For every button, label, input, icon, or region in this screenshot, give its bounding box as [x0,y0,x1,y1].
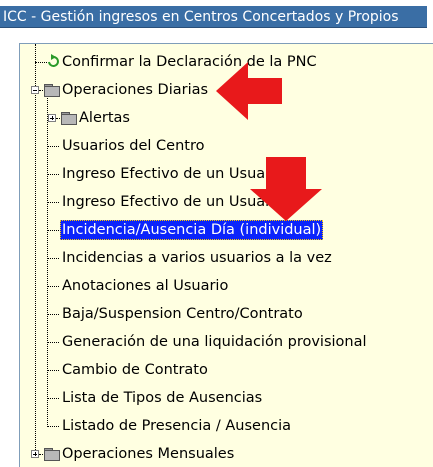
title-box: ICC - Gestión ingresos en Centros Concer… [0,6,427,28]
tree-line [47,230,59,231]
tree-item-operaciones-mensuales[interactable]: Operaciones Mensuales [62,444,234,464]
tree-line [56,118,60,119]
folder-icon [44,448,60,461]
tree-line [47,286,59,287]
tree-line [47,314,59,315]
red-arrow-icon [250,157,322,221]
tree-line [39,454,43,455]
red-arrow-icon [216,62,282,120]
window-title: ICC - Gestión ingresos en Centros Concer… [3,9,399,25]
tree-item-cambio-contrato[interactable]: Cambio de Contrato [62,360,208,380]
folder-icon [44,84,60,97]
tree-item-liquidacion-provisional[interactable]: Generación de una liquidación provisiona… [62,332,367,352]
expand-toggle-alertas[interactable] [48,114,56,122]
tree-item-lista-tipos-ausencias[interactable]: Lista de Tipos de Ausencias [62,388,262,408]
refresh-arrow-icon [48,54,59,67]
tree-line [47,202,59,203]
tree-item-usuarios-centro[interactable]: Usuarios del Centro [62,136,204,156]
tree-item-baja-suspension[interactable]: Baja/Suspension Centro/Contrato [62,304,303,324]
tree-line [47,174,59,175]
tree-line [47,146,59,147]
tree-line [47,426,59,427]
tree-line [47,342,59,343]
tree-line [47,370,59,371]
collapse-toggle-operaciones-diarias[interactable] [31,86,39,94]
tree-item-anotaciones[interactable]: Anotaciones al Usuario [62,276,228,296]
tree-item-alertas[interactable]: Alertas [79,108,130,128]
tree-item-incidencia-individual[interactable]: Incidencia/Ausencia Día (individual) [60,220,324,240]
window-title-bar: ICC - Gestión ingresos en Centros Concer… [0,0,433,34]
tree-item-operaciones-diarias[interactable]: Operaciones Diarias [62,80,208,100]
tree-line [47,258,59,259]
tree-item-incidencias-varios[interactable]: Incidencias a varios usuarios a la vez [62,248,332,268]
tree-item-listado-presencia[interactable]: Listado de Presencia / Ausencia [62,416,291,436]
tree-line [39,90,43,91]
tree-line [47,398,59,399]
expand-toggle-operaciones-mensuales[interactable] [31,450,39,458]
folder-icon [61,112,77,125]
tree-line [35,44,36,456]
